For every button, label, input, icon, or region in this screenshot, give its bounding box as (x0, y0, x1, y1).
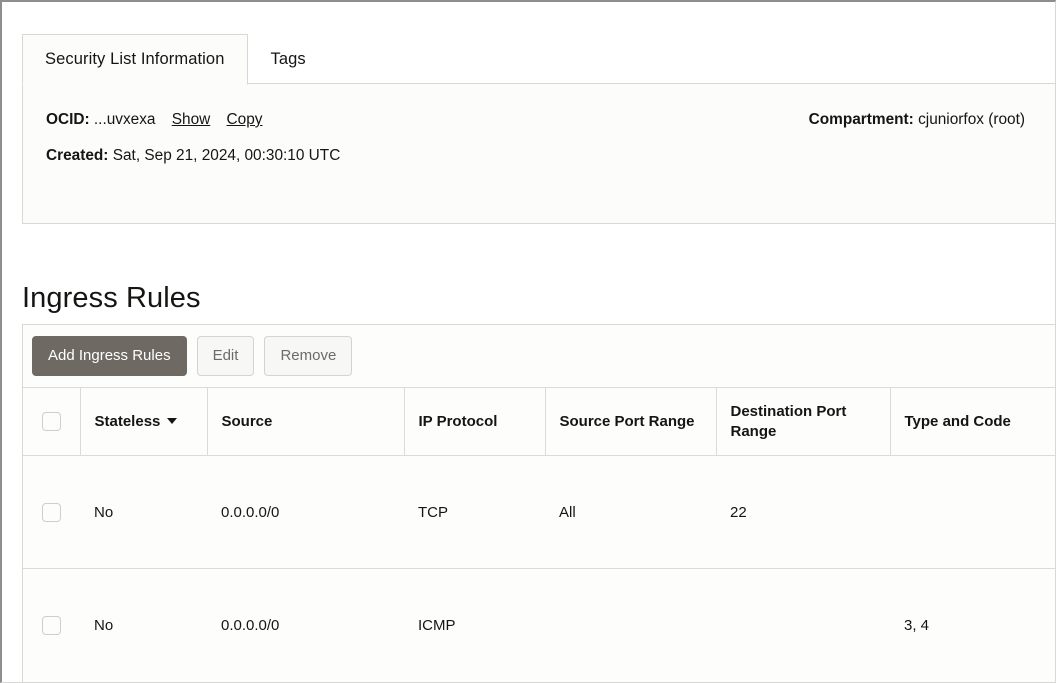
ocid-copy-link[interactable]: Copy (227, 111, 263, 128)
cell-source: 0.0.0.0/0 (207, 455, 404, 569)
ocid-value: ...uvxexa (93, 111, 156, 128)
select-all-checkbox[interactable] (41, 412, 61, 432)
cell-stateless: No (80, 568, 207, 682)
cell-destination-port-range: 22 (716, 455, 890, 569)
compartment-row: Compartment: cjuniorfox (root) (809, 112, 1025, 127)
column-header-source[interactable]: Source (207, 387, 405, 456)
row-select-checkbox[interactable] (42, 502, 61, 522)
column-header-ip-protocol[interactable]: IP Protocol (404, 387, 546, 456)
row-select-cell (23, 568, 80, 682)
ingress-rules-card: Add Ingress Rules Edit Remove Stateless (22, 324, 1055, 682)
ingress-rules-table: Stateless Source IP Protocol Source Port… (23, 387, 1055, 682)
table-row[interactable]: No 0.0.0.0/0 TCP All 22 (23, 455, 1055, 569)
table-body: No 0.0.0.0/0 TCP All 22 No 0.0.0.0/0 ICM… (23, 455, 1055, 682)
column-header-label: Type and Code (904, 412, 1011, 430)
cell-source: 0.0.0.0/0 (207, 568, 404, 682)
page-viewport: Security List Information Tags OCID: ...… (0, 0, 1056, 683)
tab-label: Security List Information (45, 50, 225, 68)
table-row[interactable]: No 0.0.0.0/0 ICMP 3, 4 (23, 568, 1055, 682)
add-ingress-rules-button[interactable]: Add Ingress Rules (32, 336, 187, 376)
tab-security-list-information[interactable]: Security List Information (22, 34, 248, 85)
column-header-label: Destination Port Range (730, 403, 847, 440)
cell-source-port-range (545, 568, 716, 682)
row-select-cell (23, 455, 80, 569)
column-header-label: Source Port Range (559, 412, 695, 430)
remove-button[interactable]: Remove (264, 336, 353, 376)
column-header-label: Source (221, 412, 273, 430)
column-header-source-port-range[interactable]: Source Port Range (545, 387, 717, 456)
edit-button[interactable]: Edit (196, 336, 255, 376)
created-label: Created: (46, 147, 109, 165)
table-toolbar: Add Ingress Rules Edit Remove (23, 325, 1055, 387)
tab-tags[interactable]: Tags (248, 33, 329, 84)
compartment-value: cjuniorfox (root) (918, 111, 1025, 128)
cell-stateless: No (80, 455, 207, 569)
table-header: Stateless Source IP Protocol Source Port… (23, 387, 1055, 456)
tab-bar: Security List Information Tags (22, 32, 1055, 85)
select-all-header (23, 387, 81, 456)
ocid-show-link[interactable]: Show (172, 111, 211, 128)
cell-ip-protocol: TCP (404, 455, 545, 569)
column-header-label: IP Protocol (418, 412, 498, 430)
created-value: Sat, Sep 21, 2024, 00:30:10 UTC (112, 147, 341, 165)
security-list-detail-section: Security List Information Tags OCID: ...… (22, 32, 1055, 224)
cell-type-and-code (890, 455, 1055, 569)
cell-type-and-code: 3, 4 (890, 568, 1055, 682)
table-header-row: Stateless Source IP Protocol Source Port… (23, 387, 1055, 456)
column-header-type-and-code[interactable]: Type and Code (890, 387, 1055, 456)
tab-label: Tags (270, 49, 306, 68)
created-row: Created: Sat, Sep 21, 2024, 00:30:10 UTC (46, 148, 1031, 163)
ocid-label: OCID: (46, 111, 90, 128)
page-title: Ingress Rules (22, 282, 201, 315)
sort-descending-icon[interactable] (167, 418, 178, 425)
row-select-checkbox[interactable] (42, 615, 61, 635)
column-header-label: Stateless (94, 412, 161, 430)
compartment-label: Compartment: (808, 111, 914, 128)
column-header-destination-port-range[interactable]: Destination Port Range (716, 387, 891, 456)
detail-panel: OCID: ...uvxexa Show Copy Created: Sat, … (22, 83, 1055, 224)
cell-destination-port-range (716, 568, 890, 682)
cell-source-port-range: All (545, 455, 716, 569)
column-header-stateless[interactable]: Stateless (80, 387, 208, 456)
cell-ip-protocol: ICMP (404, 568, 545, 682)
